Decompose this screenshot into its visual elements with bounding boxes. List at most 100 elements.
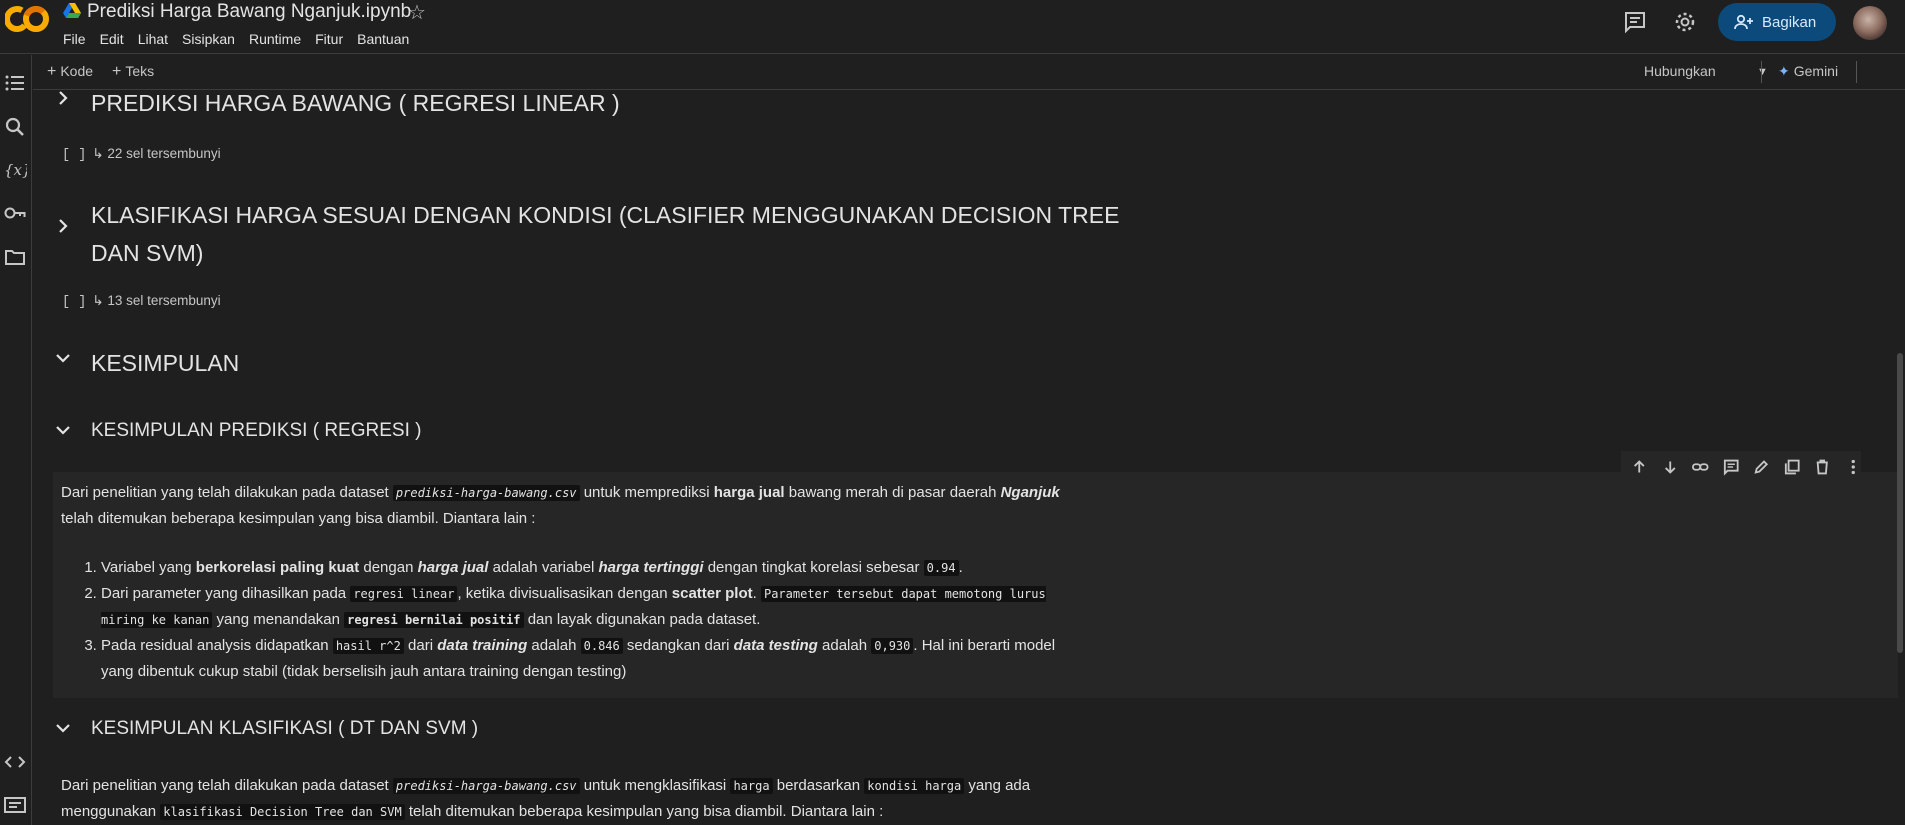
toolbar-divider (1856, 61, 1857, 83)
bold-italic-text: harga jual (417, 559, 489, 576)
connect-button[interactable]: Hubungkan (1644, 63, 1716, 79)
bold-text: scatter plot (671, 585, 753, 602)
text-run: Dari penelitian yang telah dilakukan pad… (61, 777, 393, 794)
cell-paragraph: Dari penelitian yang telah dilakukan pad… (61, 480, 1081, 531)
comment-icon[interactable] (1723, 458, 1740, 476)
bold-text: berkorelasi paling kuat (195, 559, 360, 576)
menu-edit[interactable]: Edit (93, 31, 131, 47)
arrow-up-icon[interactable] (1631, 458, 1648, 476)
delete-icon[interactable] (1814, 458, 1831, 476)
hidden-cells-toggle[interactable]: [ ] ↳ 13 sel tersembunyi (62, 293, 221, 310)
text-run: dari (403, 637, 438, 654)
notebook-content: PREDIKSI HARGA BAWANG ( REGRESI LINEAR )… (33, 91, 1905, 825)
inline-code: prediksi-harga-bawang.csv (392, 778, 580, 794)
section-title: KLASIFIKASI HARGA SESUAI DENGAN KONDISI … (91, 196, 1119, 272)
section-title: KESIMPULAN KLASIFIKASI ( DT DAN SVM ) (91, 718, 479, 739)
inline-code: klasifikasi Decision Tree dan SVM (160, 804, 405, 820)
text-run: sedangkan dari (622, 637, 734, 654)
text-run: dengan (359, 559, 418, 576)
notebook-title[interactable]: Prediksi Harga Bawang Nganjuk.ipynb (87, 1, 411, 23)
hidden-cells-toggle[interactable]: [ ] ↳ 22 sel tersembunyi (62, 146, 221, 163)
link-icon[interactable] (1692, 458, 1709, 476)
mirror-icon[interactable] (1784, 458, 1801, 476)
section-title: KESIMPULAN (91, 350, 240, 376)
edit-icon[interactable] (1753, 458, 1770, 476)
colab-logo[interactable] (5, 4, 49, 34)
text-run: untuk mengklasifikasi (579, 777, 731, 794)
share-people-icon (1734, 14, 1753, 30)
menu-view[interactable]: Lihat (131, 31, 175, 47)
hidden-cells-label: 22 sel tersembunyi (107, 146, 221, 161)
gemini-label: Gemini (1793, 63, 1839, 79)
cell-markdown: Dari penelitian yang telah dilakukan pad… (61, 773, 1081, 825)
section-heading: KESIMPULAN (53, 344, 239, 382)
key-icon[interactable] (3, 201, 27, 225)
text-run: dengan tingkat korelasi sebesar (703, 559, 924, 576)
inline-code: regresi linear (350, 586, 458, 602)
comment-icon[interactable] (1623, 10, 1647, 34)
cell-paragraph: Dari penelitian yang telah dilakukan pad… (61, 773, 1081, 825)
inline-code: 0,930 (871, 638, 914, 654)
scrollbar[interactable] (1897, 353, 1903, 653)
variables-icon[interactable]: {x} (3, 158, 27, 182)
share-button[interactable]: Bagikan (1718, 3, 1836, 41)
inline-code: prediksi-harga-bawang.csv (392, 485, 580, 501)
menu-runtime[interactable]: Runtime (242, 31, 308, 47)
cell-toolbar (1621, 451, 1861, 483)
section-heading: KESIMPULAN KLASIFIKASI ( DT DAN SVM ) (53, 715, 478, 743)
conclusion-list: Variabel yang berkorelasi paling kuat de… (61, 555, 1081, 685)
section-heading: KESIMPULAN PREDIKSI ( REGRESI ) (53, 417, 421, 445)
list-item: Pada residual analysis didapatkan hasil … (101, 633, 1081, 685)
chevron-down-icon[interactable] (53, 420, 73, 440)
more-icon[interactable] (1845, 458, 1862, 476)
text-run: adalah (817, 637, 872, 654)
text-run: , ketika divisualisasikan dengan (457, 585, 672, 602)
menu-insert[interactable]: Sisipkan (175, 31, 242, 47)
chevron-down-icon[interactable] (53, 718, 73, 738)
text-run: . (752, 585, 761, 602)
arrow-down-icon[interactable] (1662, 458, 1679, 476)
menu-bar: File Edit Lihat Sisipkan Runtime Fitur B… (63, 31, 416, 47)
avatar[interactable] (1853, 6, 1887, 40)
menu-file[interactable]: File (63, 31, 93, 47)
drive-icon[interactable] (63, 3, 81, 19)
text-run: telah ditemukan beberapa kesimpulan yang… (61, 510, 536, 527)
terminal-icon[interactable] (3, 793, 27, 817)
folder-icon[interactable] (3, 245, 27, 269)
add-text-label: Teks (125, 63, 155, 79)
text-run: bawang merah di pasar daerah (784, 484, 1001, 501)
menu-help[interactable]: Bantuan (350, 31, 416, 47)
inline-code: regresi bernilai positif (344, 612, 524, 628)
section-heading: KLASIFIKASI HARGA SESUAI DENGAN KONDISI … (53, 196, 1119, 272)
gemini-button[interactable]: ✦ Gemini (1778, 63, 1838, 80)
text-cell[interactable]: Dari penelitian yang telah dilakukan pad… (53, 472, 1898, 698)
list-item: Variabel yang berkorelasi paling kuat de… (101, 555, 1081, 581)
text-cell[interactable]: Dari penelitian yang telah dilakukan pad… (53, 773, 1898, 825)
star-icon[interactable]: ☆ (408, 0, 426, 25)
add-code-button[interactable]: + Kode (47, 63, 93, 81)
gear-icon[interactable] (1673, 10, 1697, 34)
search-icon[interactable] (3, 115, 27, 139)
add-code-label: Kode (60, 63, 94, 79)
share-label: Bagikan (1762, 13, 1817, 31)
caret-down-icon[interactable]: ▼ (1757, 66, 1768, 78)
menu-tools[interactable]: Fitur (308, 31, 350, 47)
chevron-down-icon[interactable] (53, 348, 73, 368)
toc-icon[interactable] (3, 71, 27, 95)
cell-bracket: [ ] (62, 295, 87, 310)
plus-icon: + (112, 63, 122, 80)
text-run: untuk memprediksi (579, 484, 714, 501)
code-snippets-icon[interactable] (3, 750, 27, 774)
section-title-line: KLASIFIKASI HARGA SESUAI DENGAN KONDISI … (91, 202, 1120, 228)
chevron-right-icon[interactable] (53, 216, 73, 236)
cell-markdown: Dari penelitian yang telah dilakukan pad… (61, 480, 1081, 685)
text-run: Dari parameter yang dihasilkan pada (101, 585, 351, 602)
section-title: PREDIKSI HARGA BAWANG ( REGRESI LINEAR ) (91, 91, 620, 116)
chevron-right-icon[interactable] (53, 91, 73, 108)
hidden-cells-label: 13 sel tersembunyi (107, 293, 221, 308)
app-header: Prediksi Harga Bawang Nganjuk.ipynb ☆ Fi… (0, 0, 1905, 54)
add-text-button[interactable]: + Teks (112, 63, 154, 81)
text-run: telah ditemukan beberapa kesimpulan yang… (404, 803, 884, 820)
text-run: . (958, 559, 963, 576)
gemini-spark-icon: ✦ (1778, 63, 1790, 79)
